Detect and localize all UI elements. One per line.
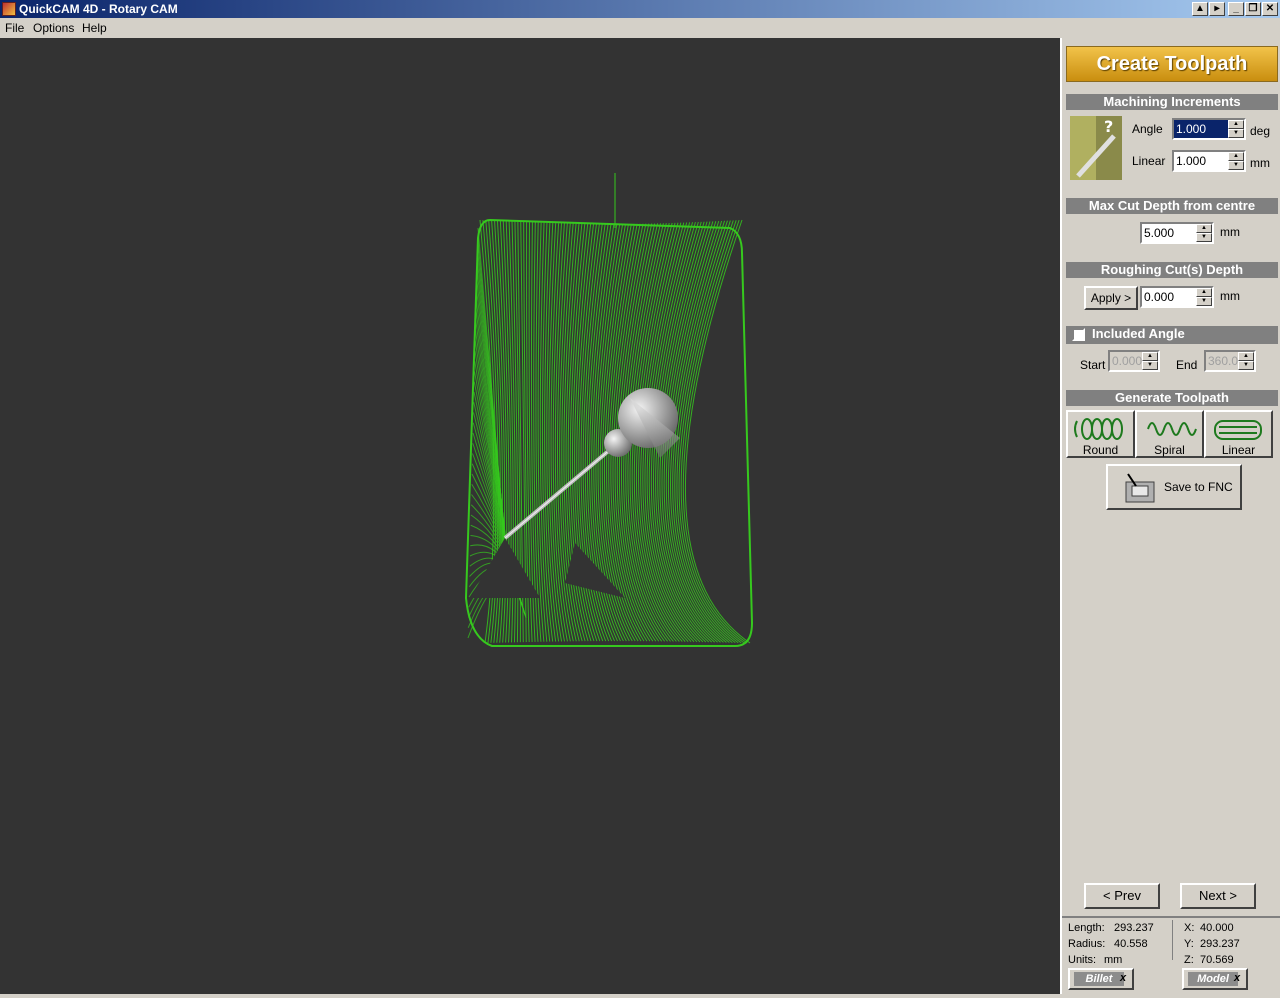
menu-bar: File Options Help	[0, 18, 1280, 38]
spiral-label: Spiral	[1154, 443, 1185, 457]
toolpath-line	[680, 220, 745, 644]
length-value: 293.237	[1114, 922, 1154, 934]
spin-up-icon[interactable]: ▲	[1238, 352, 1254, 361]
menu-help[interactable]: Help	[82, 21, 107, 35]
billet-close-icon[interactable]: x	[1120, 972, 1126, 984]
toolpath-render	[464, 173, 754, 647]
z-label: Z:	[1184, 954, 1194, 966]
apply-button[interactable]: Apply >	[1084, 286, 1138, 310]
model-tab-label: Model	[1188, 972, 1238, 986]
z-value: 70.569	[1200, 954, 1234, 966]
help-tool-icon[interactable]: ?	[1070, 116, 1122, 180]
spin-up-icon[interactable]: ▲	[1142, 352, 1158, 361]
start-spinner[interactable]: ▲▼	[1108, 350, 1160, 372]
roughing-unit: mm	[1220, 289, 1240, 303]
y-label: Y:	[1184, 938, 1194, 950]
angle-spinner[interactable]: ▲▼	[1172, 118, 1246, 140]
max-cut-unit: mm	[1220, 225, 1240, 239]
window-title: QuickCAM 4D - Rotary CAM	[19, 2, 178, 16]
scroll-up-icon[interactable]: ▲	[1192, 2, 1208, 16]
roughing-depth-header: Roughing Cut(s) Depth	[1066, 262, 1278, 278]
linear-input[interactable]	[1174, 152, 1228, 170]
model-tab[interactable]: Model x	[1182, 968, 1248, 990]
machining-increments-header: Machining Increments	[1066, 94, 1278, 110]
menu-file[interactable]: File	[5, 21, 24, 35]
billet-tab-label: Billet	[1074, 972, 1124, 986]
app-icon	[2, 2, 16, 16]
roughing-spinner[interactable]: ▲▼	[1140, 286, 1214, 308]
spiral-button[interactable]: Spiral	[1135, 410, 1204, 458]
x-value: 40.000	[1200, 922, 1234, 934]
max-cut-spinner[interactable]: ▲▼	[1140, 222, 1214, 244]
end-label: End	[1176, 358, 1198, 372]
save-to-fnc-label: Save to FNC	[1164, 480, 1233, 494]
save-fnc-icon	[1125, 473, 1155, 503]
toolpath-line	[678, 220, 742, 644]
radius-label: Radius:	[1068, 938, 1106, 950]
status-divider	[1172, 920, 1173, 960]
next-button[interactable]: Next >	[1180, 883, 1256, 909]
linear-label: Linear	[1221, 443, 1256, 457]
y-value: 293.237	[1200, 938, 1240, 950]
generate-toolpath-header: Generate Toolpath	[1066, 390, 1278, 406]
start-input[interactable]	[1110, 352, 1142, 370]
linear-label: Linear	[1132, 154, 1166, 168]
spiral-toolpath-icon	[1146, 422, 1197, 436]
restore-doc-icon[interactable]: ▸	[1209, 2, 1225, 16]
close-button[interactable]: ✕	[1262, 2, 1278, 16]
linear-unit: mm	[1250, 156, 1270, 170]
maximize-button[interactable]: ❐	[1245, 2, 1261, 16]
spin-down-icon[interactable]: ▼	[1228, 161, 1244, 170]
round-button[interactable]: Round	[1066, 410, 1135, 458]
units-value: mm	[1104, 954, 1123, 966]
model-close-icon[interactable]: x	[1234, 972, 1240, 984]
spin-down-icon[interactable]: ▼	[1238, 361, 1254, 370]
spin-up-icon[interactable]: ▲	[1196, 288, 1212, 297]
included-angle-checkbox[interactable]	[1072, 328, 1085, 341]
linear-toolpath-icon	[1213, 420, 1262, 440]
start-label: Start	[1080, 358, 1106, 372]
length-label: Length:	[1068, 922, 1105, 934]
title-bar: QuickCAM 4D - Rotary CAM ▲ ▸ _ ❐ ✕	[0, 0, 1280, 18]
prev-button[interactable]: < Prev	[1084, 883, 1160, 909]
menu-options[interactable]: Options	[33, 21, 74, 35]
round-label: Round	[1082, 443, 1119, 457]
toolpath-line	[676, 220, 739, 644]
roughing-input[interactable]	[1142, 288, 1196, 306]
radius-value: 40.558	[1114, 938, 1148, 950]
spin-up-icon[interactable]: ▲	[1228, 120, 1244, 129]
end-input[interactable]	[1206, 352, 1238, 370]
round-toolpath-icon	[1073, 418, 1123, 440]
spin-up-icon[interactable]: ▲	[1196, 224, 1212, 233]
spin-down-icon[interactable]: ▼	[1196, 233, 1212, 242]
max-cut-depth-header: Max Cut Depth from centre	[1066, 198, 1278, 214]
linear-button[interactable]: Linear	[1204, 410, 1273, 458]
spin-up-icon[interactable]: ▲	[1228, 152, 1244, 161]
x-label: X:	[1184, 922, 1195, 934]
end-spinner[interactable]: ▲▼	[1204, 350, 1256, 372]
units-label: Units:	[1068, 954, 1097, 966]
max-cut-input[interactable]	[1142, 224, 1196, 242]
minimize-button[interactable]: _	[1228, 2, 1244, 16]
3d-viewport[interactable]	[0, 38, 1060, 994]
create-toolpath-banner: Create Toolpath	[1066, 46, 1278, 82]
spin-down-icon[interactable]: ▼	[1196, 297, 1212, 306]
save-to-fnc-button[interactable]: Save to FNC	[1106, 464, 1242, 510]
svg-text:?: ?	[1104, 117, 1113, 136]
spin-down-icon[interactable]: ▼	[1228, 129, 1244, 138]
angle-unit: deg	[1250, 124, 1271, 138]
angle-label: Angle	[1132, 122, 1163, 136]
linear-spinner[interactable]: ▲▼	[1172, 150, 1246, 172]
control-panel: Create Toolpath Machining Increments ? A…	[1060, 38, 1280, 994]
billet-tab[interactable]: Billet x	[1068, 968, 1134, 990]
angle-input[interactable]	[1174, 120, 1228, 138]
included-angle-header: Included Angle	[1066, 326, 1278, 344]
spin-down-icon[interactable]: ▼	[1142, 361, 1158, 370]
